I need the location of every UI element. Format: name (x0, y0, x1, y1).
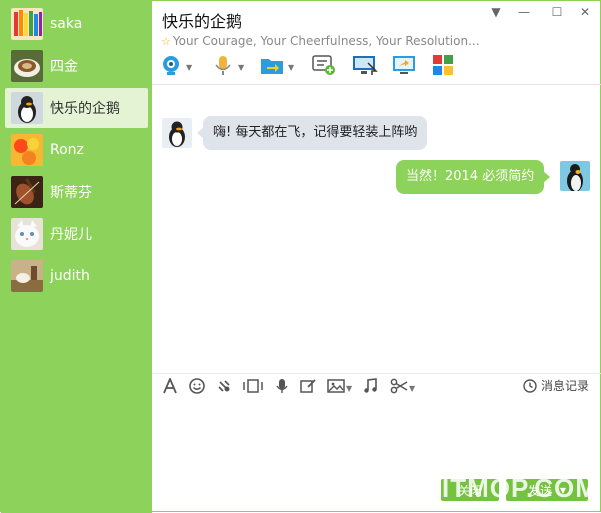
contact-label: 四金 (50, 59, 78, 75)
create-discussion-button[interactable] (312, 54, 336, 80)
emoji-icon (189, 378, 205, 398)
chevron-down-icon[interactable]: ▼ (186, 63, 192, 72)
edit-button[interactable] (300, 378, 316, 398)
emperor-penguin-avatar (560, 161, 590, 191)
shake-button[interactable] (216, 378, 232, 398)
contact-label: 斯蒂芬 (50, 185, 92, 201)
contact-happy-penguin[interactable]: 快乐的企鹅 (5, 88, 148, 128)
font-button[interactable] (162, 376, 178, 398)
voice-message-icon (274, 378, 290, 398)
remote-assist-icon (352, 54, 378, 80)
header-divider (152, 84, 601, 85)
message-input[interactable] (152, 401, 601, 473)
message-history-button[interactable]: 消息记录 (523, 377, 589, 394)
screen-share-button[interactable] (392, 54, 416, 80)
video-call-icon (160, 54, 182, 80)
contact-judith[interactable]: judith (5, 256, 148, 296)
maximize-button[interactable]: ☐ (549, 5, 565, 19)
file-transfer-button[interactable]: ▼ (260, 54, 294, 80)
scissors-button[interactable]: ▼ (390, 378, 415, 398)
penguin-avatar (162, 118, 192, 148)
penguin-avatar (11, 92, 43, 124)
remote-assist-button[interactable] (352, 54, 378, 80)
close-window-button[interactable]: ✕ (577, 5, 593, 19)
chevron-down-icon[interactable]: ▼ (238, 63, 244, 72)
apps-button[interactable] (432, 54, 454, 80)
voice-call-icon (212, 54, 234, 80)
voice-message-button[interactable] (274, 378, 290, 398)
still-life-avatar (11, 260, 43, 292)
create-discussion-icon (312, 54, 336, 80)
send-button-label: 发送 (527, 483, 552, 498)
chat-title: 快乐的企鹅 (162, 12, 243, 31)
chevron-down-icon[interactable]: ▼ (346, 384, 352, 393)
incoming-message-bubble: 嗨! 每天都在飞，记得要轻装上阵哟 (196, 116, 428, 150)
contact-ronz[interactable]: Ronz (5, 130, 148, 170)
colored-pencils-avatar (11, 8, 43, 40)
contact-danielle[interactable]: 丹妮儿 (5, 214, 148, 254)
flower-avatar (11, 134, 43, 166)
shake-icon (216, 378, 232, 398)
message-history-label: 消息记录 (540, 379, 589, 393)
signature-text: Your Courage, Your Cheerfulness, Your Re… (172, 34, 480, 48)
chat-panel: 快乐的企鹅 ☆ Your Courage, Your Cheerfulness, … (152, 1, 601, 513)
minimize-button[interactable]: — (516, 5, 532, 19)
scissors-icon (390, 378, 408, 398)
contact-label: judith (50, 268, 90, 284)
screenshot-button[interactable] (243, 378, 263, 398)
contact-label: saka (50, 16, 83, 32)
voice-call-button[interactable]: ▼ (212, 54, 244, 80)
image-icon (327, 378, 345, 398)
signature-line: ☆ Your Courage, Your Cheerfulness, Your R… (161, 34, 480, 48)
screenshot-icon (243, 378, 263, 398)
star-icon: ☆ (161, 35, 171, 48)
white-cat-avatar (11, 218, 43, 250)
contact-sidebar: saka 四金 快乐的企鹅 Ronz 斯蒂芬 丹妮儿 judith (1, 1, 152, 513)
contact-label: 快乐的企鹅 (50, 101, 120, 117)
music-button[interactable] (362, 378, 378, 398)
emoji-button[interactable] (189, 378, 205, 398)
chat-window: saka 四金 快乐的企鹅 Ronz 斯蒂芬 丹妮儿 judith 快乐的企鹅 … (0, 0, 601, 513)
chevron-down-icon[interactable]: ▼ (560, 486, 566, 495)
coffee-cup-avatar (11, 50, 43, 82)
contact-sijin[interactable]: 四金 (5, 46, 148, 86)
chevron-down-icon[interactable]: ▼ (288, 63, 294, 72)
image-button[interactable]: ▼ (327, 378, 352, 398)
send-button[interactable]: 发送 ▼ (506, 479, 588, 501)
outgoing-message-bubble: 当然！2014 必须简约 (396, 160, 551, 194)
font-icon (162, 376, 178, 398)
close-button-label: 关闭 (457, 483, 482, 498)
contact-saka[interactable]: saka (5, 4, 148, 44)
dropdown-arrow-icon[interactable]: ▼ (488, 5, 504, 19)
contact-label: 丹妮儿 (50, 227, 92, 243)
clock-icon (523, 378, 537, 393)
apps-grid-icon (432, 54, 454, 80)
contact-stephen[interactable]: 斯蒂芬 (5, 172, 148, 212)
file-transfer-icon (260, 54, 284, 80)
violin-avatar (11, 176, 43, 208)
contact-label: Ronz (50, 142, 84, 158)
screen-share-icon (392, 54, 416, 80)
close-button[interactable]: 关闭 (441, 479, 499, 501)
edit-icon (300, 378, 316, 398)
chevron-down-icon[interactable]: ▼ (409, 384, 415, 393)
video-call-button[interactable]: ▼ (160, 54, 192, 80)
music-icon (362, 378, 378, 398)
